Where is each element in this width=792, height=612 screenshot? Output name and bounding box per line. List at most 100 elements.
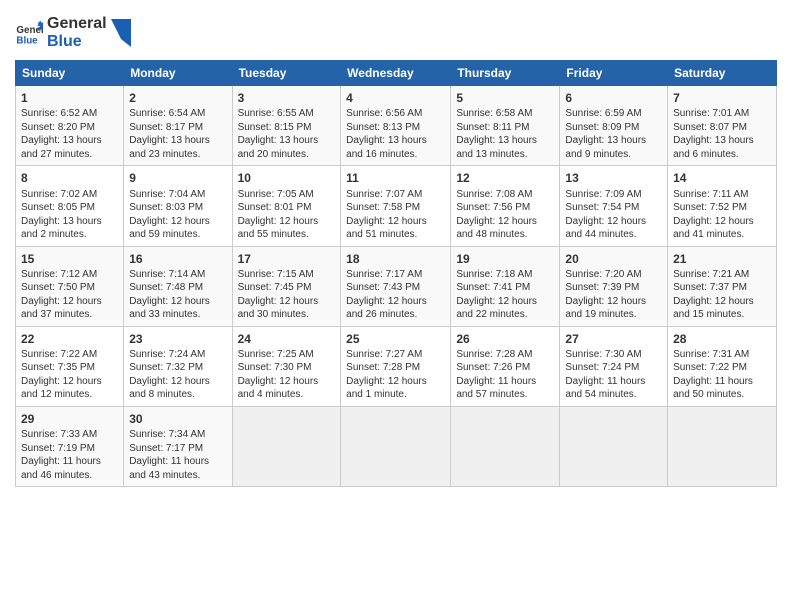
- cell-info: and 54 minutes.: [565, 388, 662, 402]
- cell-info: Daylight: 12 hours: [129, 215, 226, 229]
- cell-info: and 57 minutes.: [456, 388, 554, 402]
- cell-info: Sunset: 7:50 PM: [21, 281, 118, 295]
- cell-info: Sunrise: 7:21 AM: [673, 268, 771, 282]
- cell-info: Sunrise: 7:07 AM: [346, 188, 445, 202]
- cell-info: Sunset: 7:39 PM: [565, 281, 662, 295]
- cell-info: and 55 minutes.: [238, 228, 336, 242]
- cell-info: Daylight: 12 hours: [346, 295, 445, 309]
- calendar-cell: [668, 406, 777, 486]
- cell-info: Daylight: 11 hours: [456, 375, 554, 389]
- cell-info: and 26 minutes.: [346, 308, 445, 322]
- calendar-cell: 10Sunrise: 7:05 AMSunset: 8:01 PMDayligh…: [232, 166, 341, 246]
- calendar-cell: 6Sunrise: 6:59 AMSunset: 8:09 PMDaylight…: [560, 86, 668, 166]
- calendar-week-1: 1Sunrise: 6:52 AMSunset: 8:20 PMDaylight…: [16, 86, 777, 166]
- cell-info: Daylight: 12 hours: [238, 375, 336, 389]
- header-monday: Monday: [124, 61, 232, 86]
- cell-info: Sunrise: 7:31 AM: [673, 348, 771, 362]
- cell-info: Daylight: 12 hours: [21, 375, 118, 389]
- cell-info: Daylight: 13 hours: [129, 134, 226, 148]
- cell-info: Sunset: 8:05 PM: [21, 201, 118, 215]
- cell-info: and 1 minute.: [346, 388, 445, 402]
- day-number: 7: [673, 90, 771, 106]
- header-thursday: Thursday: [451, 61, 560, 86]
- calendar-cell: 17Sunrise: 7:15 AMSunset: 7:45 PMDayligh…: [232, 246, 341, 326]
- calendar-cell: 3Sunrise: 6:55 AMSunset: 8:15 PMDaylight…: [232, 86, 341, 166]
- cell-info: Sunset: 7:52 PM: [673, 201, 771, 215]
- cell-info: Sunset: 8:13 PM: [346, 121, 445, 135]
- calendar-week-4: 22Sunrise: 7:22 AMSunset: 7:35 PMDayligh…: [16, 326, 777, 406]
- cell-info: and 19 minutes.: [565, 308, 662, 322]
- cell-info: Daylight: 12 hours: [346, 375, 445, 389]
- calendar-cell: 27Sunrise: 7:30 AMSunset: 7:24 PMDayligh…: [560, 326, 668, 406]
- cell-info: Daylight: 12 hours: [456, 295, 554, 309]
- cell-info: Sunset: 7:22 PM: [673, 361, 771, 375]
- cell-info: Sunrise: 6:52 AM: [21, 107, 118, 121]
- day-number: 19: [456, 251, 554, 267]
- calendar-cell: 14Sunrise: 7:11 AMSunset: 7:52 PMDayligh…: [668, 166, 777, 246]
- cell-info: Sunset: 7:24 PM: [565, 361, 662, 375]
- cell-info: Daylight: 13 hours: [456, 134, 554, 148]
- cell-info: and 33 minutes.: [129, 308, 226, 322]
- day-number: 4: [346, 90, 445, 106]
- calendar-cell: 11Sunrise: 7:07 AMSunset: 7:58 PMDayligh…: [341, 166, 451, 246]
- cell-info: Sunset: 8:20 PM: [21, 121, 118, 135]
- cell-info: and 46 minutes.: [21, 469, 118, 483]
- cell-info: and 51 minutes.: [346, 228, 445, 242]
- cell-info: Daylight: 11 hours: [129, 455, 226, 469]
- day-number: 17: [238, 251, 336, 267]
- logo-blue: Blue: [47, 33, 107, 51]
- cell-info: and 27 minutes.: [21, 148, 118, 162]
- cell-info: and 22 minutes.: [456, 308, 554, 322]
- calendar-cell: 13Sunrise: 7:09 AMSunset: 7:54 PMDayligh…: [560, 166, 668, 246]
- cell-info: Sunset: 8:15 PM: [238, 121, 336, 135]
- calendar-cell: 22Sunrise: 7:22 AMSunset: 7:35 PMDayligh…: [16, 326, 124, 406]
- cell-info: Daylight: 12 hours: [346, 215, 445, 229]
- cell-info: Daylight: 11 hours: [673, 375, 771, 389]
- cell-info: Daylight: 12 hours: [565, 215, 662, 229]
- day-number: 8: [21, 170, 118, 186]
- cell-info: Sunrise: 7:34 AM: [129, 428, 226, 442]
- cell-info: Sunset: 7:43 PM: [346, 281, 445, 295]
- cell-info: and 41 minutes.: [673, 228, 771, 242]
- logo-general: General: [47, 15, 107, 32]
- day-number: 9: [129, 170, 226, 186]
- calendar-cell: 24Sunrise: 7:25 AMSunset: 7:30 PMDayligh…: [232, 326, 341, 406]
- calendar-cell: 18Sunrise: 7:17 AMSunset: 7:43 PMDayligh…: [341, 246, 451, 326]
- cell-info: Sunrise: 7:33 AM: [21, 428, 118, 442]
- cell-info: Sunset: 7:58 PM: [346, 201, 445, 215]
- cell-info: Daylight: 13 hours: [238, 134, 336, 148]
- cell-info: Sunrise: 7:05 AM: [238, 188, 336, 202]
- day-number: 29: [21, 411, 118, 427]
- cell-info: Daylight: 12 hours: [129, 375, 226, 389]
- calendar-cell: [341, 406, 451, 486]
- cell-info: Sunrise: 7:12 AM: [21, 268, 118, 282]
- cell-info: Sunset: 7:56 PM: [456, 201, 554, 215]
- cell-info: and 12 minutes.: [21, 388, 118, 402]
- day-number: 30: [129, 411, 226, 427]
- cell-info: and 15 minutes.: [673, 308, 771, 322]
- logo: General Blue General Blue: [15, 15, 131, 50]
- calendar-cell: 30Sunrise: 7:34 AMSunset: 7:17 PMDayligh…: [124, 406, 232, 486]
- day-number: 20: [565, 251, 662, 267]
- cell-info: Daylight: 12 hours: [673, 295, 771, 309]
- cell-info: and 37 minutes.: [21, 308, 118, 322]
- day-number: 26: [456, 331, 554, 347]
- svg-text:General: General: [16, 25, 43, 36]
- day-number: 22: [21, 331, 118, 347]
- day-number: 10: [238, 170, 336, 186]
- cell-info: Daylight: 12 hours: [673, 215, 771, 229]
- cell-info: Sunrise: 7:08 AM: [456, 188, 554, 202]
- calendar-week-3: 15Sunrise: 7:12 AMSunset: 7:50 PMDayligh…: [16, 246, 777, 326]
- calendar-cell: 28Sunrise: 7:31 AMSunset: 7:22 PMDayligh…: [668, 326, 777, 406]
- cell-info: Daylight: 11 hours: [21, 455, 118, 469]
- cell-info: Sunrise: 7:17 AM: [346, 268, 445, 282]
- day-number: 14: [673, 170, 771, 186]
- cell-info: and 4 minutes.: [238, 388, 336, 402]
- header-wednesday: Wednesday: [341, 61, 451, 86]
- cell-info: Sunset: 7:41 PM: [456, 281, 554, 295]
- cell-info: Sunrise: 6:55 AM: [238, 107, 336, 121]
- calendar-cell: 21Sunrise: 7:21 AMSunset: 7:37 PMDayligh…: [668, 246, 777, 326]
- calendar-cell: 4Sunrise: 6:56 AMSunset: 8:13 PMDaylight…: [341, 86, 451, 166]
- cell-info: Sunset: 8:07 PM: [673, 121, 771, 135]
- cell-info: Sunrise: 7:30 AM: [565, 348, 662, 362]
